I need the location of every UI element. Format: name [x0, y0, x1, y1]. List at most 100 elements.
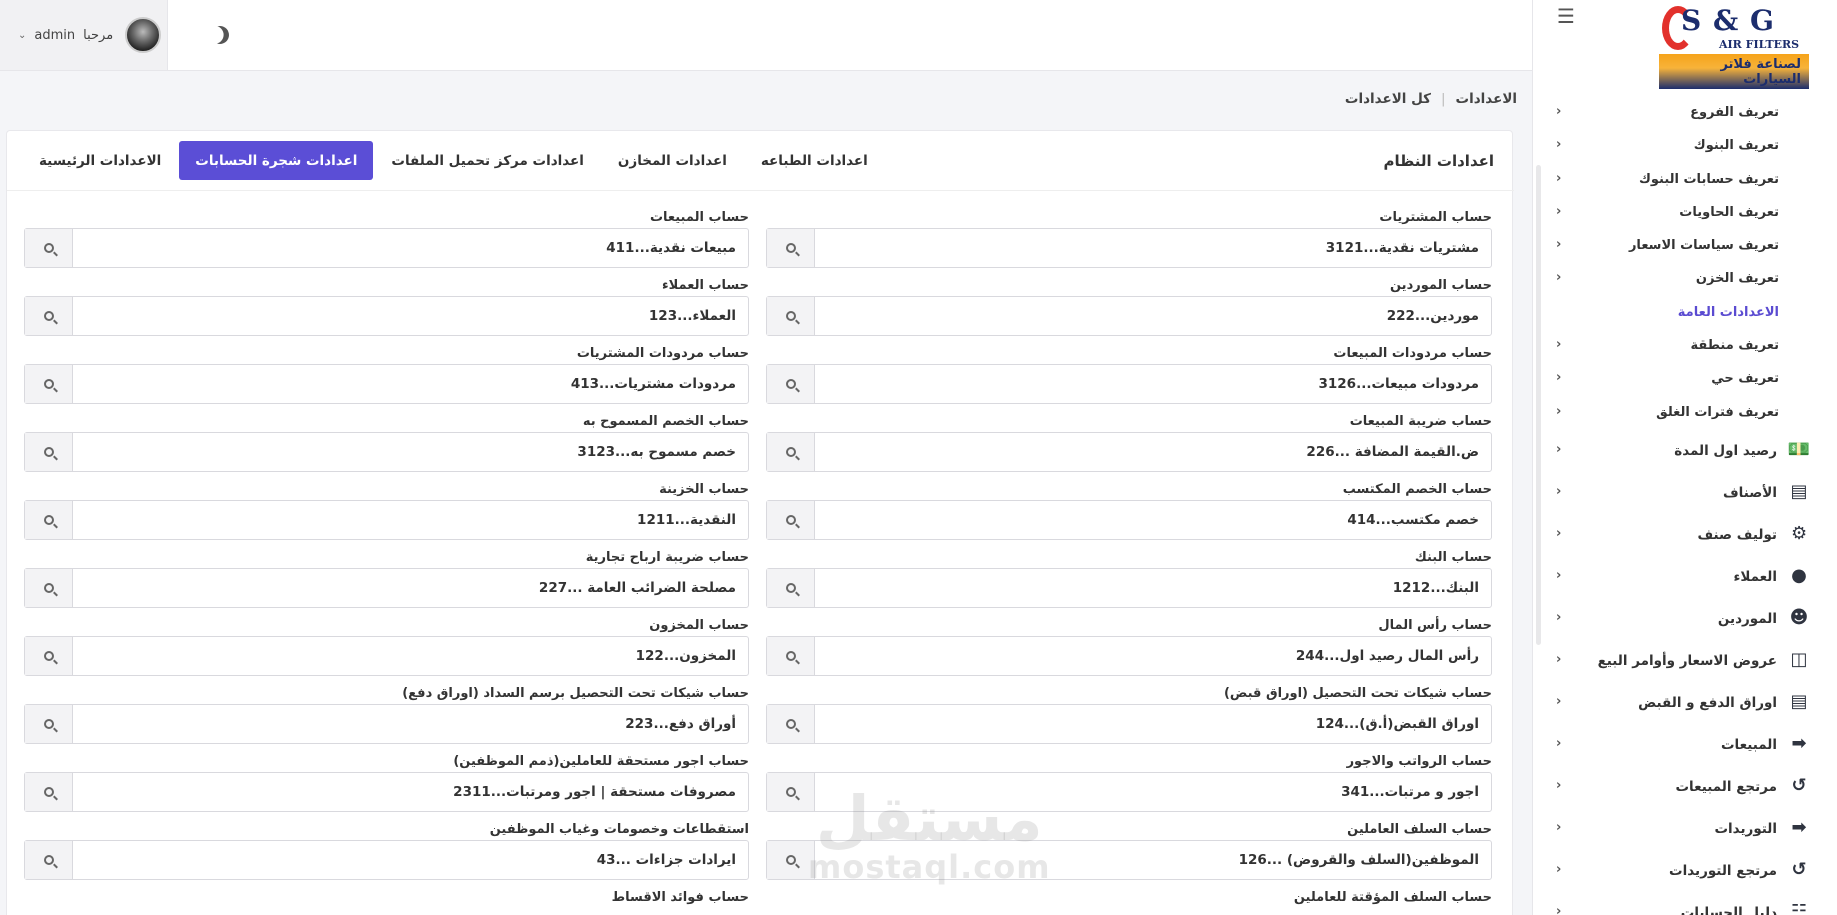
breadcrumb-root[interactable]: الاعدادات: [1456, 91, 1517, 107]
field-accrued-wages-account: حساب اجور مستحقة للعاملين(ذمم الموظفين) م…: [24, 754, 749, 822]
search-button[interactable]: [25, 569, 73, 607]
account-input[interactable]: مصروفات مستحقة | اجور ومرتبات...2311: [73, 773, 748, 811]
sidebar-item-region[interactable]: تعريف منطقة ‹: [1533, 330, 1837, 363]
account-input[interactable]: المخزون...122: [73, 637, 748, 675]
top-header: ⌄ admin مرحبا: [0, 0, 1532, 71]
search-button[interactable]: [767, 705, 815, 743]
sidebar-section-sales-returns[interactable]: ↺ مرتجع المبيعات ‹: [1533, 766, 1837, 808]
search-icon: [785, 447, 796, 457]
search-button[interactable]: [767, 773, 815, 811]
search-button[interactable]: [25, 229, 73, 267]
account-input[interactable]: خصم مسموح به...3123: [73, 433, 748, 471]
search-button[interactable]: [767, 433, 815, 471]
search-button[interactable]: [767, 365, 815, 403]
search-button[interactable]: [767, 841, 815, 879]
account-input[interactable]: ايرادات جزاءات ...43: [73, 841, 748, 879]
account-input[interactable]: مصلحة الضرائب العامة ...227: [73, 569, 748, 607]
field-treasury-account: حساب الخزينة النقدية...1211: [24, 482, 749, 550]
tab-file-upload-settings[interactable]: اعدادات مركز تحميل الملفات: [375, 141, 600, 180]
sidebar-section-opening-balance[interactable]: 💵 رصيد اول المدة ‹: [1533, 430, 1837, 472]
account-input[interactable]: العملاء...123: [73, 297, 748, 335]
account-input[interactable]: البنك...1212: [815, 569, 1491, 607]
sidebar-section-sales[interactable]: ➡ المبيعات ‹: [1533, 724, 1837, 766]
sidebar-section-supply-returns[interactable]: ↺ مرتجع التوريدات ‹: [1533, 850, 1837, 892]
sidebar-item-safes[interactable]: تعريف الخزن ‹: [1533, 263, 1837, 296]
sidebar-section-supplies[interactable]: ➡ التوريدات ‹: [1533, 808, 1837, 850]
fields-column-left: حساب المبيعات مبيعات نقدية...411 حساب الع…: [24, 210, 749, 915]
search-icon: [785, 379, 796, 389]
sidebar-section-items[interactable]: ▤ الأصناف ‹: [1533, 472, 1837, 514]
tab-main-settings[interactable]: الاعدادات الرئيسية: [23, 141, 177, 180]
chevron-left-icon: ‹: [1556, 693, 1562, 709]
card-header: اعدادات النظام الاعدادات الرئيسية اعدادا…: [7, 131, 1514, 191]
search-button[interactable]: [767, 569, 815, 607]
hamburger-menu-icon[interactable]: ☰: [1557, 4, 1575, 28]
search-icon: [43, 379, 54, 389]
tab-print-settings[interactable]: اعدادات الطباعه: [745, 141, 884, 180]
field-sales-account: حساب المبيعات مبيعات نقدية...411: [24, 210, 749, 278]
moon-icon[interactable]: [208, 23, 231, 46]
field-purchases-account: حساب المشتريات مشتريات نقدية...3121: [766, 210, 1492, 278]
field-inventory-account: حساب المخزون المخزون...122: [24, 618, 749, 686]
search-button[interactable]: [767, 501, 815, 539]
breadcrumb-current: كل الاعدادات: [1344, 91, 1431, 107]
user-name: admin: [34, 27, 76, 43]
account-input[interactable]: أوراق دفع...223: [73, 705, 748, 743]
search-button[interactable]: [25, 365, 73, 403]
field-payable-checks-account: حساب شيكات تحت التحصيل برسم السداد (اورا…: [24, 686, 749, 754]
search-button[interactable]: [767, 297, 815, 335]
chevron-left-icon: ‹: [1556, 735, 1562, 751]
search-button[interactable]: [25, 297, 73, 335]
account-input[interactable]: النقدية...1211: [73, 501, 748, 539]
account-input[interactable]: مشتريات نقدية...3121: [815, 229, 1491, 267]
account-input[interactable]: مردودات مبيعات...3126: [815, 365, 1491, 403]
account-input[interactable]: مردودات مشتريات...413: [73, 365, 748, 403]
sidebar-section-suppliers[interactable]: ☻ الموردين ‹: [1533, 598, 1837, 640]
search-button[interactable]: [767, 637, 815, 675]
sidebar-section-customers[interactable]: ● العملاء ‹: [1533, 556, 1837, 598]
sidebar-section-quotes-orders[interactable]: ◫ عروض الاسعار وأوامر البيع ‹: [1533, 640, 1837, 682]
search-button[interactable]: [25, 841, 73, 879]
search-icon: [43, 651, 54, 661]
search-icon: [785, 583, 796, 593]
user-menu[interactable]: ⌄ admin مرحبا: [0, 0, 168, 70]
sidebar-item-district[interactable]: تعريف حي ‹: [1533, 363, 1837, 396]
account-input[interactable]: مبيعات نقدية...411: [73, 229, 748, 267]
tab-warehouse-settings[interactable]: اعدادات المخازن: [602, 141, 743, 180]
account-input[interactable]: ض.القيمة المضافة ...226: [815, 433, 1491, 471]
account-input[interactable]: رأس المال رصيد اول...244: [815, 637, 1491, 675]
search-icon: [43, 583, 54, 593]
field-capital-account: حساب رأس المال رأس المال رصيد اول...244: [766, 618, 1492, 686]
search-button[interactable]: [25, 705, 73, 743]
field-earned-discount-account: حساب الخصم المكتسب خصم مكتسب...414: [766, 482, 1492, 550]
search-button[interactable]: [25, 773, 73, 811]
search-icon: [785, 243, 796, 253]
breadcrumb: الاعدادات | كل الاعدادات: [1345, 91, 1517, 107]
account-input[interactable]: اجور و مرتبات...341: [815, 773, 1491, 811]
sidebar-item-price-policies[interactable]: تعريف سياسات الاسعار ‹: [1533, 230, 1837, 263]
sidebar-section-payable-receivable[interactable]: ▤ اوراق الدفع و القبض ‹: [1533, 682, 1837, 724]
money-icon: 💵: [1787, 439, 1811, 461]
chevron-left-icon: ‹: [1556, 203, 1562, 219]
search-button[interactable]: [25, 637, 73, 675]
sidebar-item-closing-periods[interactable]: تعريف فترات الغلق ‹: [1533, 397, 1837, 430]
search-button[interactable]: [25, 501, 73, 539]
field-temp-advances-account: حساب السلف المؤقتة للعاملين: [1293, 890, 1492, 905]
account-input[interactable]: الموظفين(السلف والقروض) ...126: [815, 841, 1491, 879]
sidebar-section-item-assembly[interactable]: ⚙ توليف صنف ‹: [1533, 514, 1837, 556]
account-input[interactable]: موردين...222: [815, 297, 1491, 335]
sidebar-item-containers[interactable]: تعريف الحاويات ‹: [1533, 197, 1837, 230]
account-input[interactable]: خصم مكتسب...414: [815, 501, 1491, 539]
search-button[interactable]: [25, 433, 73, 471]
sidebar-item-general-settings[interactable]: الاعدادات العامة: [1533, 297, 1837, 330]
sidebar-item-bank-accounts[interactable]: تعريف حسابات البنوك ‹: [1533, 164, 1837, 197]
sidebar-item-banks[interactable]: تعريف البنوك ‹: [1533, 130, 1837, 163]
sidebar-item-branches[interactable]: تعريف الفروع ‹: [1533, 97, 1837, 130]
sidebar-section-chart-of-accounts[interactable]: ☷ دليل الحسابات ‹: [1533, 892, 1837, 915]
scrollbar[interactable]: [1536, 165, 1541, 645]
field-sales-tax-account: حساب ضريبة المبيعات ض.القيمة المضافة ...2…: [766, 414, 1492, 482]
search-button[interactable]: [767, 229, 815, 267]
account-input[interactable]: اوراق القبض(أ.ق)...124: [815, 705, 1491, 743]
field-receivable-checks-account: حساب شيكات تحت التحصيل (اوراق قبض) اوراق …: [766, 686, 1492, 754]
tab-accounts-tree-settings[interactable]: اعدادات شجرة الحسابات: [179, 141, 374, 180]
